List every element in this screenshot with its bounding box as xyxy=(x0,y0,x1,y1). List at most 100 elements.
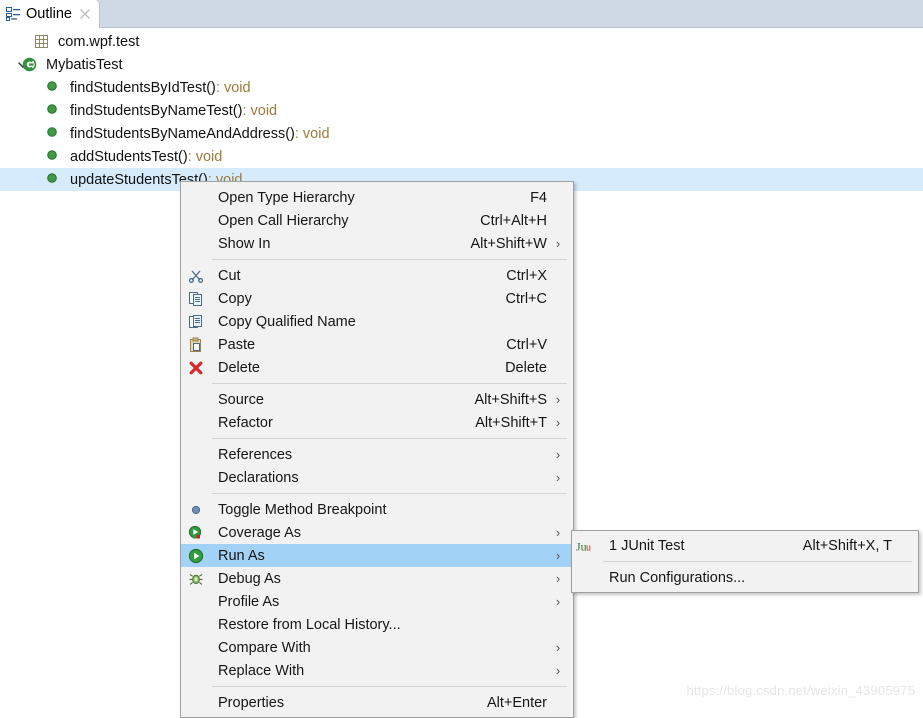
menu-item[interactable]: Toggle Method Breakpoint › xyxy=(181,498,573,521)
menu-item[interactable]: DeleteDelete› xyxy=(181,356,573,379)
menu-item[interactable]: Run As › xyxy=(181,544,573,567)
tree-item-label: com.wpf.test xyxy=(58,33,140,50)
menu-item[interactable]: Copy Qualified Name › xyxy=(181,310,573,333)
menu-arrow-spacer: › xyxy=(549,292,565,305)
menu-item-shortcut: Delete xyxy=(505,359,547,376)
menu-separator xyxy=(212,383,567,384)
menu-item-shortcut: F4 xyxy=(530,189,547,206)
method-icon xyxy=(46,80,62,96)
menu-item-icon-slot xyxy=(185,525,207,541)
submenu-arrow-icon: › xyxy=(555,525,561,540)
run-icon xyxy=(188,548,204,564)
menu-arrow-spacer: › xyxy=(549,191,565,204)
tree-item-label: findStudentsByNameTest() xyxy=(70,102,243,119)
menu-item-label: Declarations xyxy=(218,469,299,486)
submenu-arrow-icon: › xyxy=(555,594,561,609)
menu-item-icon-slot: Ju u xyxy=(576,539,598,553)
submenu-arrow-icon: › xyxy=(555,571,561,586)
menu-item[interactable]: Restore from Local History... › xyxy=(181,613,573,636)
menu-arrow-spacer: › xyxy=(549,503,565,516)
submenu-arrow-icon: › xyxy=(555,392,561,407)
menu-item[interactable]: Copy Ctrl+C› xyxy=(181,287,573,310)
scissors-icon xyxy=(188,268,204,284)
menu-item-label: Properties xyxy=(218,694,285,711)
chevron-down-icon[interactable] xyxy=(8,58,28,72)
package-icon xyxy=(34,34,50,50)
menu-item-shortcut: Ctrl+V xyxy=(506,336,547,353)
tree-item[interactable]: findStudentsByNameAndAddress() : void xyxy=(0,122,923,145)
menu-item[interactable]: Compare With › xyxy=(181,636,573,659)
tree-item[interactable]: com.wpf.test xyxy=(0,30,923,53)
method-icon xyxy=(46,126,62,142)
menu-item[interactable]: Debug As › xyxy=(181,567,573,590)
tree-item[interactable]: findStudentsByIdTest() : void xyxy=(0,76,923,99)
menu-item-shortcut: Alt+Shift+W xyxy=(470,235,547,252)
menu-arrow-spacer: › xyxy=(549,269,565,282)
menu-item-label: Run Configurations... xyxy=(609,569,746,586)
tree-item-label: addStudentsTest() xyxy=(70,148,188,165)
menu-item[interactable]: Coverage As › xyxy=(181,521,573,544)
delete-x-icon xyxy=(188,360,204,376)
menu-item-label: Compare With xyxy=(218,639,311,656)
menu-separator xyxy=(212,259,567,260)
watermark: https://blog.csdn.net/weixin_43905975 xyxy=(686,683,915,698)
menu-item-icon-slot xyxy=(185,291,207,307)
clipboard-icon xyxy=(188,337,204,353)
tree-item-type: : void xyxy=(294,125,330,142)
menu-item[interactable]: References › xyxy=(181,443,573,466)
menu-item-label: Replace With xyxy=(218,662,305,679)
menu-item[interactable]: Open Type Hierarchy F4› xyxy=(181,186,573,209)
submenu-arrow-icon: › xyxy=(555,236,561,251)
outline-tree[interactable]: com.wpf.test MybatisTest findStudentsByIdT… xyxy=(0,30,923,191)
menu-item[interactable]: Cut Ctrl+X› xyxy=(181,264,573,287)
menu-item-label: Run As xyxy=(218,547,265,564)
run-as-submenu[interactable]: Juu1 JUnit TestAlt+Shift+X, T› Run Config… xyxy=(571,530,919,593)
menu-item-label: References xyxy=(218,446,293,463)
menu-item[interactable]: Source Alt+Shift+S › xyxy=(181,388,573,411)
menu-item-shortcut: Alt+Shift+T xyxy=(475,414,547,431)
menu-item-shortcut: Ctrl+X xyxy=(506,267,547,284)
menu-arrow-spacer: › xyxy=(549,618,565,631)
junit-icon: Ju u xyxy=(576,539,598,553)
menu-item-icon-slot xyxy=(185,360,207,376)
menu-item[interactable]: Paste Ctrl+V› xyxy=(181,333,573,356)
class-icon xyxy=(22,57,38,73)
menu-item[interactable]: Profile As › xyxy=(181,590,573,613)
menu-item-shortcut: Ctrl+C xyxy=(505,290,548,307)
menu-separator xyxy=(212,686,567,687)
menu-item[interactable]: Open Call Hierarchy Ctrl+Alt+H› xyxy=(181,209,573,232)
tree-item-type: : void xyxy=(242,102,278,119)
menu-item-label: Open Call Hierarchy xyxy=(218,212,349,229)
context-menu[interactable]: Open Type HierarchyF4›Open Call Hierarch… xyxy=(180,181,574,718)
menu-item[interactable]: Juu 1 JUnit Test Alt+Shift+X, T› xyxy=(572,534,918,557)
method-icon xyxy=(46,172,62,188)
menu-item-icon-slot xyxy=(185,268,207,284)
tree-item-type: : void xyxy=(215,79,251,96)
tree-item[interactable]: findStudentsByNameTest() : void xyxy=(0,99,923,122)
tree-item[interactable]: addStudentsTest() : void xyxy=(0,145,923,168)
copy-qualified-icon xyxy=(188,314,204,330)
menu-arrow-spacer: › xyxy=(549,338,565,351)
menu-item[interactable]: Refactor Alt+Shift+T › xyxy=(181,411,573,434)
menu-item[interactable]: Properties Alt+Enter› xyxy=(181,691,573,714)
menu-item[interactable]: Show In Alt+Shift+W › xyxy=(181,232,573,255)
menu-item[interactable]: Run Configurations... › xyxy=(572,566,918,589)
menu-item[interactable]: Replace With › xyxy=(181,659,573,682)
tab-outline[interactable]: Outline xyxy=(0,0,100,28)
breakpoint-icon xyxy=(190,504,202,516)
tree-item-label: findStudentsByNameAndAddress() xyxy=(70,125,295,142)
menu-item-icon-slot xyxy=(185,548,207,564)
method-icon xyxy=(46,103,62,119)
close-icon[interactable] xyxy=(79,8,91,20)
menu-item-shortcut: Alt+Enter xyxy=(486,694,547,711)
menu-arrow-spacer: › xyxy=(894,539,910,552)
menu-item[interactable]: Declarations › xyxy=(181,466,573,489)
method-icon xyxy=(46,149,62,165)
copy-icon xyxy=(188,291,204,307)
menu-separator xyxy=(212,438,567,439)
tree-item[interactable]: MybatisTest xyxy=(0,53,923,76)
menu-arrow-spacer: › xyxy=(549,214,565,227)
menu-separator xyxy=(603,561,912,562)
menu-item-label: Profile As xyxy=(218,593,280,610)
menu-item-icon-slot xyxy=(185,314,207,330)
